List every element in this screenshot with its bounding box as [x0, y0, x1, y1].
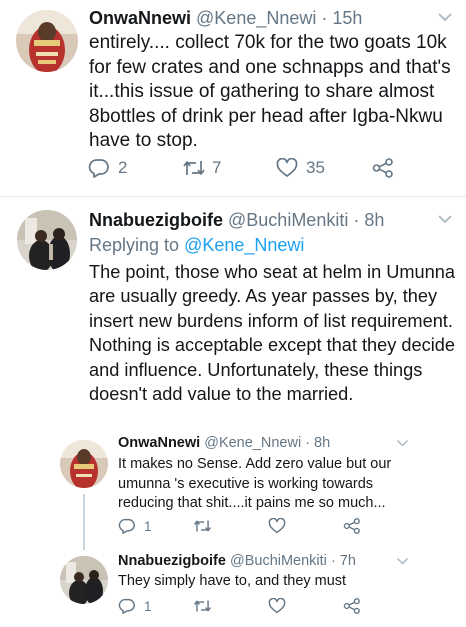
tweet-text: The point, those who seat at helm in Umu… — [89, 260, 455, 406]
text-line: Nothing is acceptable except that they d… — [89, 335, 456, 356]
text-line: doesn't add value to the married. — [89, 384, 354, 405]
tweet-actions: 1 — [0, 598, 466, 618]
avatar[interactable] — [60, 440, 108, 488]
reply-icon — [118, 598, 136, 614]
tweet-header: OnwaNnewi @Kene_Nnewi · 15h — [89, 6, 362, 30]
text-line: entirely.... collect 70k for the two goa… — [89, 32, 447, 53]
share-icon — [343, 518, 361, 534]
tweet-text: It makes no Sense. Add zero value but ou… — [118, 455, 391, 514]
like-count: 35 — [306, 158, 325, 177]
tweet-1[interactable]: OnwaNnewi @Kene_Nnewi · 15h entirely....… — [0, 0, 466, 196]
timestamp[interactable]: · 8h — [305, 435, 330, 451]
retweet-button[interactable] — [193, 518, 212, 534]
replying-to-link[interactable]: @Kene_Nnewi — [184, 235, 304, 255]
chevron-down-icon[interactable] — [396, 439, 409, 447]
avatar[interactable] — [16, 10, 78, 72]
chevron-down-icon[interactable] — [396, 557, 409, 565]
reply-button[interactable]: 1 — [118, 598, 152, 614]
timestamp[interactable]: · 8h — [353, 210, 384, 230]
avatar[interactable] — [17, 210, 77, 270]
reply-count: 2 — [118, 158, 128, 177]
retweet-button[interactable]: 7 — [182, 158, 221, 178]
author-name[interactable]: OnwaNnewi — [118, 435, 200, 451]
reply-icon — [118, 518, 136, 534]
text-line: reducing that shit....it pains me so muc… — [118, 495, 386, 511]
share-button[interactable] — [343, 518, 361, 534]
replying-prefix: Replying to — [89, 235, 180, 255]
replying-to: Replying to @Kene_Nnewi — [89, 233, 304, 257]
like-button[interactable] — [268, 518, 286, 534]
heart-icon — [268, 598, 286, 614]
heart-icon — [268, 518, 286, 534]
chevron-down-icon[interactable] — [437, 214, 453, 224]
reply-button[interactable]: 2 — [88, 158, 127, 178]
heart-icon — [276, 158, 298, 178]
timestamp[interactable]: · 15h — [321, 8, 362, 28]
text-line: The point, those who seat at helm in Umu… — [89, 262, 455, 282]
text-line: and influence. Unfortunately, these thin… — [89, 359, 423, 380]
text-line: 8bottles of drink per head after Igba-Nk… — [89, 105, 443, 127]
tweet-header: Nnabuezigboife @BuchiMenkiti · 7h — [118, 551, 356, 571]
author-name[interactable]: Nnabuezigboife — [118, 553, 226, 569]
author-handle[interactable]: @Kene_Nnewi — [204, 435, 301, 451]
text-line: have to stop. — [89, 130, 198, 151]
tweet-text: entirely.... collect 70k for the two goa… — [89, 31, 451, 154]
author-handle[interactable]: @BuchiMenkiti — [230, 553, 327, 569]
share-button[interactable] — [372, 158, 394, 178]
avatar[interactable] — [60, 556, 108, 604]
tweet-header: Nnabuezigboife @BuchiMenkiti · 8h — [89, 208, 384, 232]
share-button[interactable] — [343, 598, 361, 614]
retweet-count: 7 — [212, 158, 222, 177]
retweet-icon — [193, 598, 212, 614]
author-handle[interactable]: @Kene_Nnewi — [196, 8, 316, 28]
retweet-icon — [182, 158, 206, 178]
reply-count: 1 — [144, 598, 152, 614]
retweet-button[interactable] — [193, 598, 212, 614]
chevron-down-icon[interactable] — [437, 12, 453, 22]
author-handle[interactable]: @BuchiMenkiti — [228, 210, 348, 230]
tweet-actions: 2 7 35 — [0, 158, 466, 184]
retweet-icon — [193, 518, 212, 534]
reply-tweet-2[interactable]: Nnabuezigboife @BuchiMenkiti · 7h They s… — [0, 548, 466, 627]
timestamp[interactable]: · 7h — [331, 553, 356, 569]
author-name[interactable]: Nnabuezigboife — [89, 210, 223, 230]
reply-count: 1 — [144, 518, 152, 534]
text-line: umunna 's executive is working towards — [118, 475, 374, 492]
text-line: insert new burdens inform of list requir… — [89, 310, 453, 331]
text-line: are usually greedy. As year passes by, t… — [89, 286, 438, 307]
text-line: They simply have to, and they must — [118, 573, 347, 589]
reply-icon — [88, 158, 110, 178]
tweet-2[interactable]: Nnabuezigboife @BuchiMenkiti · 8h Replyi… — [0, 197, 466, 412]
tweet-actions: 1 — [0, 518, 466, 538]
reply-button[interactable]: 1 — [118, 518, 152, 534]
share-icon — [372, 158, 394, 178]
tweet-text: They simply have to, and they must — [118, 572, 346, 592]
tweet-header: OnwaNnewi @Kene_Nnewi · 8h — [118, 433, 330, 453]
like-button[interactable]: 35 — [276, 158, 325, 178]
text-line: for few crates and one schnapps and that… — [89, 56, 451, 78]
like-button[interactable] — [268, 598, 286, 614]
text-line: It makes no Sense. Add zero value but ou… — [118, 456, 392, 472]
text-line: it...this issue of gathering to share al… — [89, 81, 435, 102]
share-icon — [343, 598, 361, 614]
reply-tweet-1[interactable]: OnwaNnewi @Kene_Nnewi · 8h It makes no S… — [0, 430, 466, 550]
author-name[interactable]: OnwaNnewi — [89, 8, 191, 28]
